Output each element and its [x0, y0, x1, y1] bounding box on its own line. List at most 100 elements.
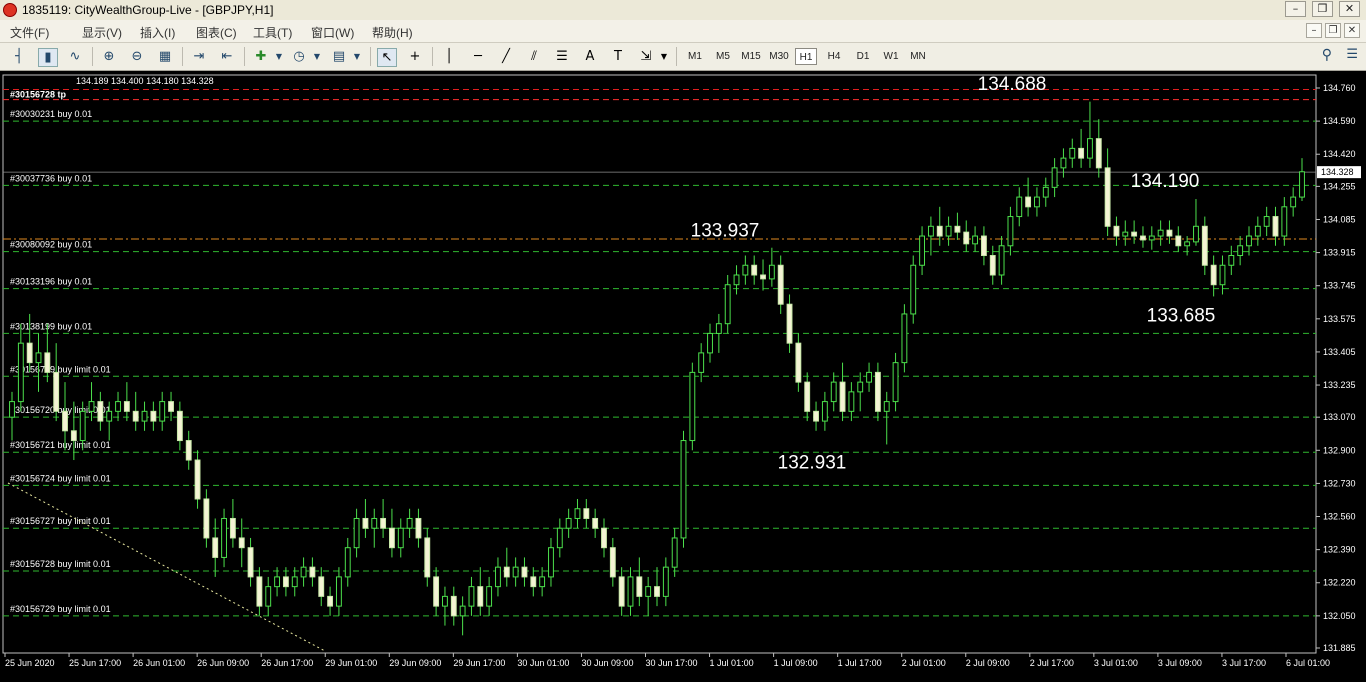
trendline-icon[interactable]: ╱	[497, 48, 515, 65]
menu-item-file[interactable]: 文件(F)	[10, 24, 49, 41]
bar-chart-icon[interactable]: ┤	[10, 48, 28, 65]
candle	[654, 586, 660, 597]
text-label-icon[interactable]: T	[609, 48, 627, 65]
time-axis-label: 26 Jun 01:00	[133, 658, 185, 668]
timeframe-h1[interactable]: H1	[795, 48, 817, 65]
candle	[1272, 216, 1279, 237]
text-icon[interactable]: A	[581, 48, 599, 65]
time-axis-label: 26 Jun 17:00	[261, 658, 313, 668]
auto-scroll-icon[interactable]: ⇥	[190, 48, 208, 65]
dropdown-arrow-icon[interactable]: ▼	[348, 48, 366, 65]
candle	[406, 517, 413, 529]
cursor-icon[interactable]: ↖	[377, 48, 397, 67]
candle	[1219, 264, 1226, 286]
candle	[62, 410, 68, 432]
minimize-icon[interactable]: –	[1285, 1, 1306, 17]
dropdown-arrow-icon[interactable]: ▼	[308, 48, 326, 65]
toolbar: ┤ ▮ ∿ ⊕ ⊖ ▦ ⇥ ⇤ ✚ ▼ ◷ ▼ ▤ ▼ ↖ + │ ─ ╱ ⫽ …	[0, 43, 1366, 71]
candle	[1069, 147, 1076, 159]
price-axis-label: 133.070	[1323, 412, 1356, 422]
candle	[1193, 225, 1199, 243]
tile-windows-icon[interactable]: ▦	[156, 48, 174, 65]
price-chart[interactable]: 134.189 134.400 134.180 134.328 #30156728…	[0, 71, 1366, 678]
fibonacci-icon[interactable]: ☰	[553, 48, 571, 65]
candle	[548, 547, 554, 578]
order-label: #30156724 buy limit 0.01	[10, 473, 111, 483]
candlestick-chart-icon[interactable]: ▮	[38, 48, 58, 67]
candle	[212, 537, 219, 558]
crosshair-icon[interactable]: +	[406, 48, 424, 65]
menu-item-insert[interactable]: 插入(I)	[140, 24, 175, 41]
menu-item-charts[interactable]: 图表(C)	[196, 24, 237, 41]
line-chart-icon[interactable]: ∿	[66, 48, 84, 65]
maximize-icon[interactable]: ❐	[1312, 1, 1333, 17]
candle	[309, 566, 316, 578]
menu-item-window[interactable]: 窗口(W)	[311, 24, 354, 41]
chart-close-icon[interactable]: ✕	[1344, 23, 1360, 38]
candle	[185, 440, 192, 461]
timeframe-w1[interactable]: W1	[880, 48, 902, 65]
timeframe-m1[interactable]: M1	[684, 48, 706, 65]
candle	[1175, 235, 1182, 247]
horizontal-line-icon[interactable]: ─	[469, 48, 487, 65]
candle	[592, 517, 599, 529]
indicators-icon[interactable]: ✚	[252, 48, 270, 65]
candle	[830, 381, 837, 403]
menu-item-help[interactable]: 帮助(H)	[372, 24, 413, 41]
timeframe-m5[interactable]: M5	[712, 48, 734, 65]
chart-restore-icon[interactable]: ❐	[1325, 23, 1341, 38]
menu-item-tools[interactable]: 工具(T)	[253, 24, 292, 41]
dropdown-arrow-icon[interactable]: ▼	[655, 48, 673, 65]
candle	[963, 231, 970, 245]
candle	[1201, 225, 1208, 266]
candle	[371, 517, 378, 529]
candle	[609, 547, 616, 578]
candle	[115, 401, 121, 412]
candle	[1210, 264, 1217, 286]
timeframe-m30[interactable]: M30	[766, 48, 792, 65]
zoom-out-icon[interactable]: ⊖	[128, 48, 146, 65]
candle	[680, 440, 687, 539]
close-icon[interactable]: ✕	[1339, 1, 1360, 17]
chart-minimize-icon[interactable]: –	[1306, 23, 1322, 38]
templates-icon[interactable]: ▤	[330, 48, 348, 65]
timeframe-m15[interactable]: M15	[738, 48, 764, 65]
candle	[132, 410, 139, 422]
candle	[389, 527, 395, 549]
app-icon	[3, 3, 17, 17]
chart-shift-icon[interactable]: ⇤	[218, 48, 236, 65]
price-axis-label: 131.885	[1323, 643, 1356, 653]
candle	[1237, 245, 1244, 257]
time-axis-label: 1 Jul 09:00	[774, 658, 818, 668]
candle	[698, 352, 705, 373]
candle	[927, 225, 934, 237]
timeframe-d1[interactable]: D1	[852, 48, 874, 65]
channel-icon[interactable]: ⫽	[525, 48, 543, 65]
candle	[751, 264, 758, 276]
chart-svg[interactable]: 134.189 134.400 134.180 134.328 #30156728…	[0, 71, 1366, 678]
arrows-icon[interactable]: ⇲	[637, 48, 655, 65]
candle	[998, 245, 1005, 276]
search-icon[interactable]: ⚲	[1322, 47, 1332, 63]
order-label: #30156729 buy limit 0.01	[10, 604, 111, 614]
candle	[645, 586, 652, 597]
time-axis-label: 3 Jul 01:00	[1094, 658, 1138, 668]
menu-item-view[interactable]: 显示(V)	[82, 24, 122, 41]
vertical-line-icon[interactable]: │	[440, 48, 458, 65]
timeframe-h4[interactable]: H4	[823, 48, 845, 65]
candle	[742, 264, 749, 276]
timeframe-mn[interactable]: MN	[906, 48, 930, 65]
hamburger-menu-icon[interactable]: ☰	[1346, 47, 1358, 62]
zoom-in-icon[interactable]: ⊕	[100, 48, 118, 65]
candle	[768, 264, 775, 280]
price-axis-label: 133.745	[1323, 281, 1356, 291]
menu-bar: 文件(F) 显示(V) 插入(I) 图表(C) 工具(T) 窗口(W) 帮助(H…	[0, 20, 1366, 43]
periods-icon[interactable]: ◷	[290, 48, 308, 65]
candle	[459, 605, 466, 617]
candle	[539, 576, 546, 588]
price-axis-label: 132.390	[1323, 545, 1356, 555]
candle	[1281, 206, 1288, 237]
candle	[433, 576, 440, 607]
price-annotation: 134.688	[978, 74, 1047, 95]
dropdown-arrow-icon[interactable]: ▼	[270, 48, 288, 65]
